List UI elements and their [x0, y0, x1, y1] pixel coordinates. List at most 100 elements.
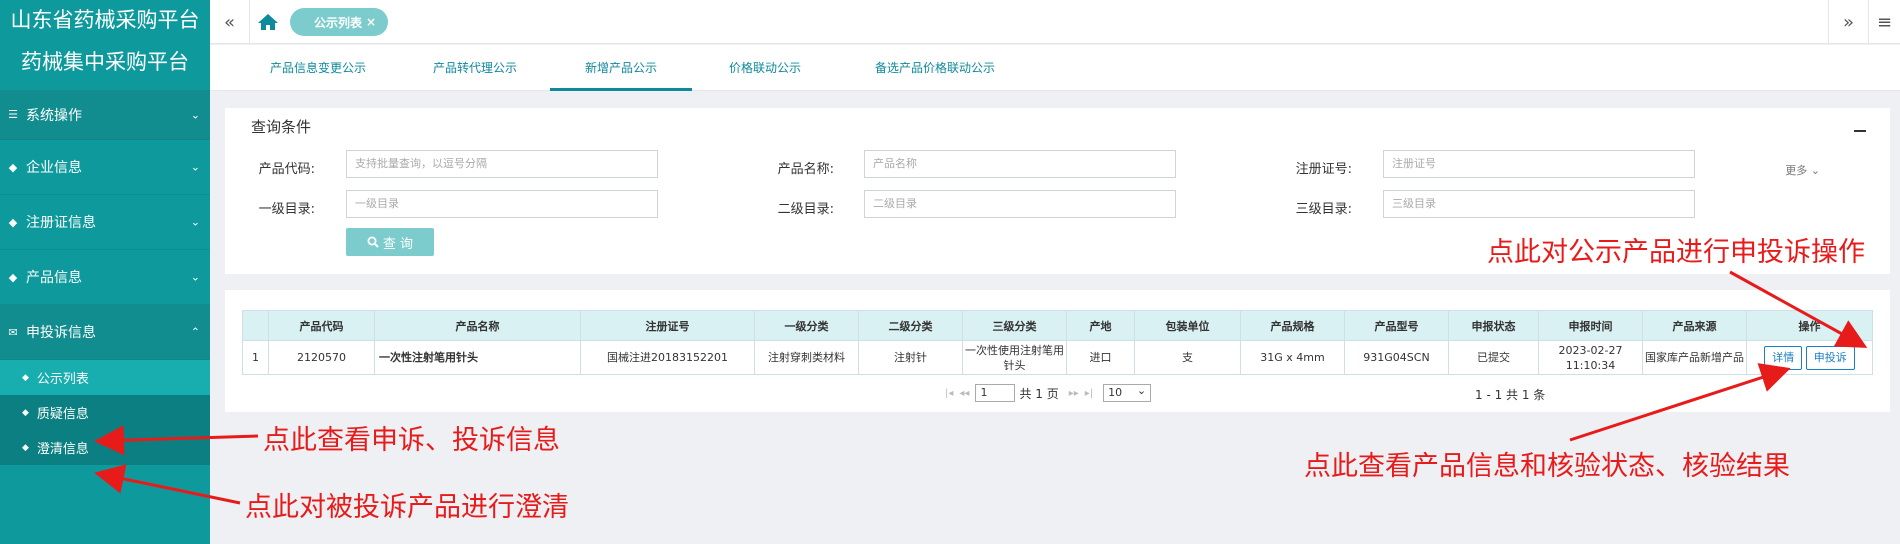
- menu-item-label: 申投诉信息: [26, 325, 96, 341]
- label-product-code: 产品代码:: [258, 162, 315, 177]
- cell-cat3: 一次性使用注射笔用针头: [962, 340, 1067, 375]
- chevron-up-icon: ⌃: [190, 325, 200, 339]
- col-header[interactable]: 产品代码: [268, 310, 375, 341]
- sub-item-label: 澄清信息: [36, 442, 89, 457]
- menu-item-enterprise[interactable]: ◆ 企业信息 ⌄: [0, 140, 210, 195]
- subtab-change[interactable]: 产品信息变更公示: [262, 45, 374, 91]
- cell-reg-no: 国械注进20183152201: [580, 340, 755, 375]
- results-panel: 产品代码 产品名称 注册证号 一级分类 二级分类 三级分类 产地 包装单位 产品…: [225, 290, 1890, 412]
- search-button[interactable]: 查 询: [346, 228, 434, 256]
- diamond-icon: ◆: [22, 442, 29, 453]
- hamburger-icon[interactable]: ≡: [1868, 0, 1900, 44]
- cell-cat1: 注射穿刺类材料: [754, 340, 859, 375]
- more-toggle[interactable]: 更多 ⌄: [1785, 162, 1820, 178]
- page-input[interactable]: 1: [975, 384, 1016, 402]
- input-cat3[interactable]: 三级目录: [1383, 190, 1695, 218]
- results-table: 产品代码 产品名称 注册证号 一级分类 二级分类 三级分类 产地 包装单位 产品…: [242, 310, 1873, 375]
- cell-cat2: 注射针: [858, 340, 963, 375]
- topbar: « 公示列表 × » ≡: [210, 0, 1900, 44]
- cell-index: 1: [242, 340, 269, 375]
- subtab-agent[interactable]: 产品转代理公示: [425, 45, 525, 91]
- tab-public-list[interactable]: 公示列表 ×: [290, 8, 389, 36]
- col-header[interactable]: 产品型号: [1344, 310, 1449, 341]
- menu-item-label: 企业信息: [26, 160, 82, 176]
- label-product-name: 产品名称:: [777, 162, 834, 177]
- input-reg-no[interactable]: 注册证号: [1383, 150, 1695, 178]
- pager-summary: 1 - 1 共 1 条: [1475, 388, 1546, 402]
- label-cat2: 二级目录:: [777, 202, 834, 217]
- subtab-new-product[interactable]: 新增产品公示: [550, 45, 692, 91]
- input-product-name[interactable]: 产品名称: [864, 150, 1176, 178]
- brand-title: 山东省药械采购平台: [10, 8, 200, 32]
- double-chevron-right-icon[interactable]: »: [1828, 0, 1868, 44]
- close-icon[interactable]: ×: [366, 15, 376, 29]
- diamond-icon: ◆: [8, 270, 18, 284]
- col-header: 操作: [1746, 310, 1873, 341]
- col-header[interactable]: 产品规格: [1240, 310, 1345, 341]
- input-cat1[interactable]: 一级目录: [346, 190, 658, 218]
- sub-item-public-list[interactable]: ◆ 公示列表: [0, 360, 210, 395]
- total-pages: 共 1 页: [1019, 386, 1059, 401]
- menu-item-label: 产品信息: [26, 270, 82, 286]
- cell-name: 一次性注射笔用针头: [374, 340, 581, 375]
- cell-unit: 支: [1134, 340, 1241, 375]
- col-header[interactable]: 注册证号: [580, 310, 755, 341]
- diamond-icon: ◆: [8, 215, 18, 229]
- brand-subtitle: 药械集中采购平台: [21, 50, 189, 74]
- chevron-down-icon: ⌄: [190, 215, 200, 229]
- col-header[interactable]: 二级分类: [858, 310, 963, 341]
- detail-button[interactable]: 详情: [1764, 345, 1803, 370]
- pager: |◂ ◂◂ 1 共 1 页 ▸▸ ▸| 10: [945, 383, 1152, 402]
- label-cat1: 一级目录:: [258, 202, 315, 217]
- search-icon: [367, 236, 379, 248]
- col-header[interactable]: 一级分类: [754, 310, 859, 341]
- collapse-icon[interactable]: [1854, 130, 1866, 132]
- submenu: ◆ 公示列表 ◆ 质疑信息 ◆ 澄清信息: [0, 360, 210, 465]
- menu-item-registration[interactable]: ◆ 注册证信息 ⌄: [0, 195, 210, 250]
- cell-spec: 31G x 4mm: [1240, 340, 1345, 375]
- last-page-icon[interactable]: ▸|: [1085, 388, 1093, 399]
- annotation-query: 点此查看申诉、投诉信息: [263, 425, 560, 456]
- sub-item-query[interactable]: ◆ 质疑信息: [0, 395, 210, 430]
- subtab-alt-price[interactable]: 备选产品价格联动公示: [860, 45, 1010, 91]
- menu-item-complaints[interactable]: ✉ 申投诉信息 ⌃: [0, 305, 210, 360]
- page-size-select[interactable]: 10: [1103, 383, 1152, 402]
- menu-item-system[interactable]: ☰ 系统操作 ⌄: [0, 90, 210, 140]
- brand: 山东省药械采购平台 药械集中采购平台: [0, 0, 210, 84]
- double-chevron-left-icon[interactable]: «: [210, 0, 250, 44]
- next-page-icon[interactable]: ▸▸: [1069, 388, 1079, 399]
- menu-item-label: 注册证信息: [26, 215, 96, 231]
- annotation-clarify: 点此对被投诉产品进行澄清: [245, 492, 569, 523]
- col-header[interactable]: 产品来源: [1642, 310, 1747, 341]
- diamond-icon: ◆: [22, 407, 29, 418]
- subtabs: 产品信息变更公示 产品转代理公示 新增产品公示 价格联动公示 备选产品价格联动公…: [210, 45, 1900, 91]
- first-page-icon[interactable]: |◂: [945, 388, 953, 399]
- col-header[interactable]: 申报时间: [1538, 310, 1643, 341]
- col-header[interactable]: 申报状态: [1448, 310, 1539, 341]
- menu-item-product[interactable]: ◆ 产品信息 ⌄: [0, 250, 210, 305]
- input-product-code[interactable]: 支持批量查询，以逗号分隔: [346, 150, 658, 178]
- col-header[interactable]: 三级分类: [962, 310, 1067, 341]
- cell-source: 国家库产品新增产品: [1642, 340, 1747, 375]
- annotation-detail: 点此查看产品信息和核验状态、核验结果: [1304, 451, 1790, 482]
- col-header[interactable]: 产品名称: [374, 310, 581, 341]
- sub-item-clarify[interactable]: ◆ 澄清信息: [0, 430, 210, 465]
- cell-actions: 详情 申投诉: [1746, 340, 1873, 375]
- home-icon[interactable]: [256, 12, 280, 32]
- col-header[interactable]: 包装单位: [1134, 310, 1241, 341]
- label-cat3: 三级目录:: [1295, 202, 1352, 217]
- complain-button[interactable]: 申投诉: [1805, 345, 1855, 370]
- input-cat2[interactable]: 二级目录: [864, 190, 1176, 218]
- diamond-icon: ◆: [8, 160, 18, 174]
- diamond-icon: ◆: [22, 372, 29, 383]
- table-header-row: 产品代码 产品名称 注册证号 一级分类 二级分类 三级分类 产地 包装单位 产品…: [242, 310, 1873, 341]
- sidebar: 山东省药械采购平台 药械集中采购平台 ☰ 系统操作 ⌄ ◆ 企业信息 ⌄ ◆ 注…: [0, 0, 210, 544]
- col-header[interactable]: 产地: [1066, 310, 1135, 341]
- cell-time: 2023-02-27 11:10:34: [1538, 340, 1643, 375]
- prev-page-icon[interactable]: ◂◂: [959, 388, 969, 399]
- tab-label: 公示列表: [314, 15, 363, 30]
- chevron-down-icon: ⌄: [1810, 164, 1820, 177]
- chevron-down-icon: ⌄: [190, 160, 200, 174]
- col-header: [242, 310, 269, 341]
- subtab-price[interactable]: 价格联动公示: [720, 45, 810, 91]
